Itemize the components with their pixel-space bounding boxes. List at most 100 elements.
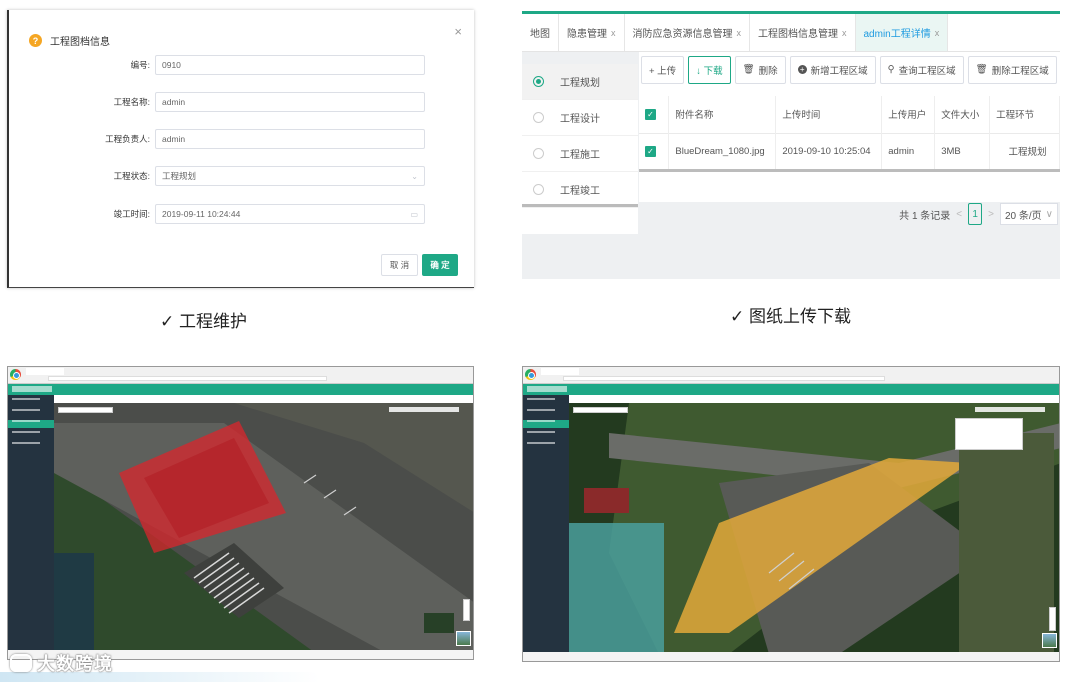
- overview-map-thumbnail[interactable]: [456, 631, 471, 646]
- dialog-title-text: 工程图档信息: [50, 37, 110, 48]
- map-toolbar[interactable]: [389, 407, 459, 412]
- close-icon[interactable]: x: [935, 28, 940, 38]
- stage-item-completion[interactable]: 工程竣工: [522, 172, 638, 208]
- radio-icon[interactable]: [533, 112, 544, 123]
- water-block: [569, 523, 664, 652]
- field-label: 编号:: [130, 60, 150, 70]
- sidebar-item[interactable]: [8, 409, 54, 417]
- tab-drawings[interactable]: 工程图档信息管理 x: [750, 14, 856, 51]
- zoom-control[interactable]: [463, 599, 470, 621]
- project-detail-panel: 地图 隐患管理 x 消防应急资源信息管理 x 工程图档信息管理 x admin工程详情…: [522, 11, 1060, 279]
- upload-button[interactable]: + 上传: [641, 55, 685, 84]
- plus-circle-icon: +: [797, 65, 807, 74]
- map-view[interactable]: [569, 403, 1059, 652]
- field-label: 工程负责人:: [105, 134, 150, 144]
- project-name-input[interactable]: admin: [155, 92, 425, 112]
- browser-tab[interactable]: [26, 368, 64, 375]
- app-header: [523, 384, 1059, 395]
- tab-fire-resources[interactable]: 消防应急资源信息管理 x: [625, 14, 750, 51]
- radio-checked-icon[interactable]: [533, 76, 544, 87]
- close-icon[interactable]: x: [611, 28, 616, 38]
- tab-hazard[interactable]: 隐患管理 x: [559, 14, 625, 51]
- cell-file-name: BlueDream_1080.jpg: [668, 133, 777, 170]
- map-search-input[interactable]: [58, 407, 113, 413]
- area-info-popup[interactable]: [955, 418, 1023, 450]
- row-checkbox[interactable]: ✓: [645, 145, 656, 157]
- page-number[interactable]: 1: [968, 203, 983, 225]
- delete-area-button[interactable]: 🗑 删除工程区域: [967, 55, 1057, 84]
- sidebar-item[interactable]: [523, 409, 569, 417]
- caption-drawing-upload: ✓ 图纸上传下载: [730, 307, 851, 326]
- address-bar[interactable]: [563, 376, 885, 381]
- app-tabs: [569, 395, 1059, 403]
- stage-item-construction[interactable]: 工程施工: [522, 136, 638, 172]
- add-area-button[interactable]: + 新增工程区域: [789, 55, 876, 84]
- radio-icon[interactable]: [533, 184, 544, 195]
- number-input[interactable]: 0910: [155, 55, 425, 75]
- calendar-icon: ▭: [410, 209, 418, 219]
- close-icon[interactable]: x: [737, 28, 742, 38]
- column-header: 工程环节: [989, 96, 1060, 133]
- close-icon[interactable]: ×: [454, 24, 462, 39]
- pagination: 共 1 条记录 < 1 > 20 条/页 ∨: [899, 203, 1058, 225]
- overview-map-thumbnail[interactable]: [1042, 633, 1057, 648]
- search-icon: ⚲: [887, 64, 895, 75]
- radio-icon[interactable]: [533, 148, 544, 159]
- sidebar-item[interactable]: [523, 398, 569, 406]
- sidebar-item[interactable]: [523, 431, 569, 439]
- column-header: 文件大小: [934, 96, 991, 133]
- watermark-text: 大数跨境: [37, 654, 113, 674]
- sidebar-item[interactable]: [8, 442, 54, 450]
- browser-tab[interactable]: [541, 368, 579, 375]
- select-all-checkbox[interactable]: ✓: [645, 108, 656, 120]
- app-sidebar: [523, 395, 569, 661]
- stage-item-planning[interactable]: 工程规划: [522, 64, 638, 100]
- next-page-icon[interactable]: >: [988, 209, 994, 220]
- map-search-input[interactable]: [573, 407, 628, 413]
- browser-logo-icon: [10, 369, 21, 380]
- map-view[interactable]: [54, 403, 473, 650]
- stage-item-design[interactable]: 工程设计: [522, 100, 638, 136]
- tab-map[interactable]: 地图: [522, 14, 559, 51]
- table-row[interactable]: ✓ BlueDream_1080.jpg 2019-09-10 10:25:04…: [639, 133, 1060, 170]
- building-block: [584, 488, 629, 513]
- map-toolbar[interactable]: [975, 407, 1045, 412]
- chevron-down-icon: ∨: [1045, 208, 1053, 220]
- page-size-select[interactable]: 20 条/页 ∨: [999, 203, 1058, 225]
- owner-input[interactable]: admin: [155, 129, 425, 149]
- browser-chrome: [523, 367, 1059, 384]
- confirm-button[interactable]: 确 定: [422, 254, 458, 276]
- field-row-owner: 工程负责人: admin: [9, 129, 474, 149]
- address-bar[interactable]: [48, 376, 327, 381]
- app-header: [8, 384, 473, 395]
- column-header: 上传用户: [881, 96, 936, 133]
- attachment-table: ✓ 附件名称 上传时间 上传用户 文件大小 工程环节 ✓ BlueDream_1…: [639, 96, 1060, 172]
- field-row-project-name: 工程名称: admin: [9, 92, 474, 112]
- download-button[interactable]: ↓ 下载: [688, 55, 731, 84]
- sidebar-item[interactable]: [8, 431, 54, 439]
- stage-list: 工程规划 工程设计 工程施工 工程竣工: [522, 64, 638, 234]
- app-sidebar: [8, 395, 54, 659]
- status-select[interactable]: 工程规划 ⌄: [155, 166, 425, 186]
- map-scene[interactable]: [54, 403, 473, 650]
- cell-stage: 工程规划: [989, 133, 1060, 170]
- close-icon[interactable]: x: [842, 28, 847, 38]
- completion-time-picker[interactable]: 2019-09-11 10:24:44 ▭: [155, 204, 425, 224]
- cancel-button[interactable]: 取 消: [381, 254, 418, 276]
- delete-button[interactable]: 🗑 删除: [734, 55, 786, 84]
- sidebar-item-active[interactable]: [8, 420, 54, 428]
- sidebar-item-active[interactable]: [523, 420, 569, 428]
- query-area-button[interactable]: ⚲ 查询工程区域: [879, 55, 964, 84]
- trash-icon: 🗑: [742, 64, 755, 75]
- tab-project-detail[interactable]: admin工程详情 x: [855, 14, 949, 51]
- browser-logo-icon: [525, 369, 536, 380]
- prev-page-icon[interactable]: <: [956, 209, 962, 220]
- zoom-control[interactable]: [1049, 607, 1056, 631]
- cell-upload-time: 2019-09-10 10:25:04: [775, 133, 883, 170]
- cell-user: admin: [881, 133, 936, 170]
- total-count: 共 1 条记录: [899, 210, 951, 222]
- field-row-number: 编号: 0910: [9, 55, 474, 75]
- sidebar-item[interactable]: [8, 398, 54, 406]
- sidebar-item[interactable]: [523, 442, 569, 450]
- watermark-logo-icon: [10, 654, 32, 672]
